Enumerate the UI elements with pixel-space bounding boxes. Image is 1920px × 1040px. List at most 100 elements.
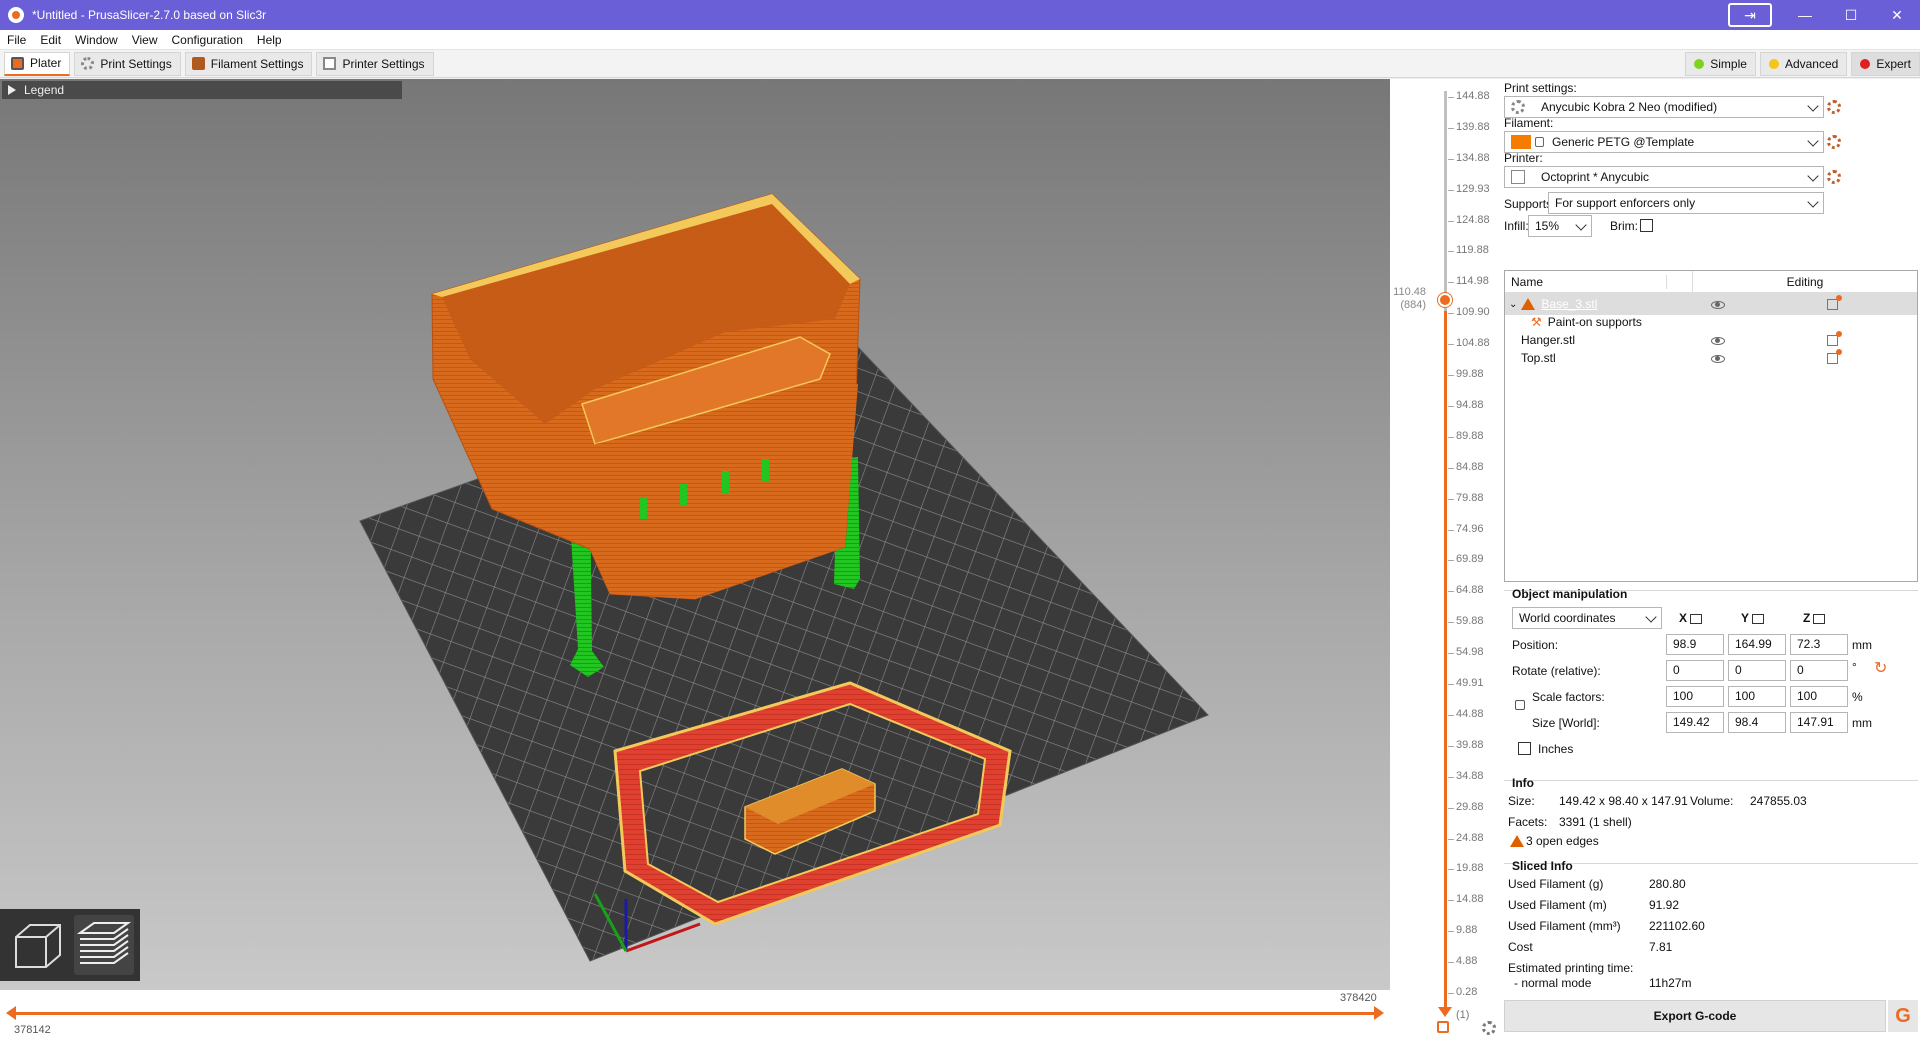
layer-tick-mark: [1448, 591, 1454, 593]
info-facets-value: 3391 (1 shell): [1559, 815, 1632, 829]
eye-icon[interactable]: [1711, 301, 1725, 309]
layer-tick-mark: [1448, 498, 1454, 500]
sliced-info-title: Sliced Info: [1512, 859, 1573, 873]
brim-label: Brim:: [1610, 219, 1638, 233]
menu-configuration[interactable]: Configuration: [165, 30, 250, 50]
axis-x-header: X: [1679, 611, 1703, 625]
used-filament-g-label: Used Filament (g): [1508, 877, 1604, 891]
lock-scale-icon[interactable]: [1515, 700, 1525, 710]
drop-to-bed-icon[interactable]: [1690, 613, 1703, 624]
maximize-button[interactable]: ☐: [1828, 0, 1874, 30]
menu-file[interactable]: File: [0, 30, 33, 50]
printer-edit-icon[interactable]: [1827, 170, 1841, 184]
axis-z-header: Z: [1803, 611, 1826, 625]
print-settings-combo[interactable]: Anycubic Kobra 2 Neo (modified): [1504, 96, 1824, 118]
title-bar: *Untitled - PrusaSlicer-2.7.0 based on S…: [0, 0, 1920, 30]
column-editing[interactable]: Editing: [1693, 275, 1917, 289]
info-warning: 3 open edges: [1510, 834, 1599, 848]
layer-slider-upper-thumb[interactable]: [1438, 293, 1452, 307]
hslider-left-thumb[interactable]: [6, 1006, 16, 1020]
tab-filament-settings[interactable]: Filament Settings: [184, 51, 313, 76]
object-name: Base_3.stl: [1541, 297, 1598, 311]
edit-settings-icon[interactable]: [1827, 349, 1842, 364]
horizontal-slider[interactable]: 378420 378142: [0, 990, 1390, 1040]
layer-tick-label: 114.98: [1456, 275, 1489, 288]
scale-x-input[interactable]: 100: [1666, 686, 1724, 707]
object-row-top[interactable]: Top.stl: [1505, 347, 1917, 369]
collapse-chevron-icon[interactable]: ⌄: [1509, 299, 1517, 310]
preview-view-button[interactable]: [74, 915, 134, 975]
drop-to-bed-icon[interactable]: [1813, 613, 1826, 624]
rotate-y-input[interactable]: 0: [1728, 660, 1786, 681]
menu-window[interactable]: Window: [68, 30, 125, 50]
rotate-z-input[interactable]: 0: [1790, 660, 1848, 681]
layer-tick-label: 139.88: [1456, 120, 1490, 133]
printer-icon: [1511, 170, 1525, 184]
mode-expert-button[interactable]: Expert: [1851, 52, 1920, 76]
eye-icon[interactable]: [1711, 355, 1725, 363]
hslider-left-value: 378142: [14, 1024, 51, 1036]
tab-print-settings[interactable]: Print Settings: [74, 51, 181, 76]
mode-simple-button[interactable]: Simple: [1685, 52, 1756, 76]
rotate-x-input[interactable]: 0: [1666, 660, 1724, 681]
legend-toggle[interactable]: Legend: [2, 81, 402, 99]
column-visibility[interactable]: [1667, 270, 1693, 293]
size-z-input[interactable]: 147.91: [1790, 712, 1848, 733]
scale-z-input[interactable]: 100: [1790, 686, 1848, 707]
menu-edit[interactable]: Edit: [33, 30, 68, 50]
drop-to-bed-icon[interactable]: [1752, 613, 1765, 624]
3d-viewport[interactable]: Legend: [0, 79, 1390, 990]
supports-value: For support enforcers only: [1555, 196, 1696, 210]
lock-icon[interactable]: [1437, 1021, 1449, 1033]
layer-slider[interactable]: 144.88 139.88 134.88 129.93 124.88 119.88 114.…: [1390, 79, 1500, 1040]
spool-icon: [191, 57, 205, 70]
position-z-input[interactable]: 72.3: [1790, 634, 1848, 655]
size-x-input[interactable]: 149.42: [1666, 712, 1724, 733]
edit-settings-icon[interactable]: [1827, 331, 1842, 346]
tab-plater[interactable]: Plater: [4, 51, 71, 76]
mode-advanced-button[interactable]: Advanced: [1759, 52, 1848, 76]
infill-combo[interactable]: 15%: [1528, 215, 1592, 237]
tab-printer-settings[interactable]: Printer Settings: [316, 51, 434, 76]
printer-combo[interactable]: Octoprint * Anycubic: [1504, 166, 1824, 188]
tab-filament-settings-label: Filament Settings: [210, 56, 304, 71]
layer-tick-label: 49.91: [1456, 677, 1484, 690]
menu-view[interactable]: View: [125, 30, 165, 50]
3d-view-button[interactable]: [8, 915, 68, 975]
support-pin: [680, 484, 687, 506]
edit-settings-icon[interactable]: [1827, 295, 1842, 310]
filament-edit-icon[interactable]: [1827, 135, 1841, 149]
layer-tick-label: 4.88: [1456, 955, 1478, 968]
supports-combo[interactable]: For support enforcers only: [1548, 192, 1824, 214]
print-preview-scene[interactable]: [0, 79, 1390, 990]
brim-checkbox[interactable]: [1640, 219, 1653, 232]
snap-layout-icon[interactable]: ⇥: [1728, 3, 1772, 27]
menu-help[interactable]: Help: [250, 30, 289, 50]
hslider-track[interactable]: [10, 1012, 1380, 1015]
coordinates-value: World coordinates: [1519, 611, 1616, 625]
hslider-right-thumb[interactable]: [1374, 1006, 1384, 1020]
position-y-input[interactable]: 164.99: [1728, 634, 1786, 655]
prusaslicer-logo-icon: [8, 7, 24, 23]
inches-checkbox[interactable]: [1518, 742, 1531, 755]
scale-y-input[interactable]: 100: [1728, 686, 1786, 707]
layer-tick-mark: [1448, 344, 1454, 346]
size-y-input[interactable]: 98.4: [1728, 712, 1786, 733]
filament-combo[interactable]: Generic PETG @Template: [1504, 131, 1824, 153]
close-button[interactable]: ✕: [1874, 0, 1920, 30]
layers-icon: [76, 922, 132, 964]
print-settings-edit-icon[interactable]: [1827, 100, 1841, 114]
expand-triangle-icon: [8, 85, 16, 95]
eye-icon[interactable]: [1711, 337, 1725, 345]
used-filament-mm3-label: Used Filament (mm³): [1508, 919, 1621, 933]
send-gcode-icon[interactable]: G: [1888, 1000, 1918, 1032]
layer-slider-lower-thumb[interactable]: [1438, 1007, 1452, 1017]
scale-label: Scale factors:: [1532, 690, 1605, 704]
reset-rotation-icon[interactable]: ↻: [1874, 658, 1887, 678]
export-gcode-button[interactable]: Export G-code: [1504, 1000, 1886, 1032]
column-name[interactable]: Name: [1505, 274, 1667, 289]
cog-icon[interactable]: [1482, 1021, 1496, 1035]
minimize-button[interactable]: —: [1782, 0, 1828, 30]
position-x-input[interactable]: 98.9: [1666, 634, 1724, 655]
coordinates-combo[interactable]: World coordinates: [1512, 607, 1662, 629]
